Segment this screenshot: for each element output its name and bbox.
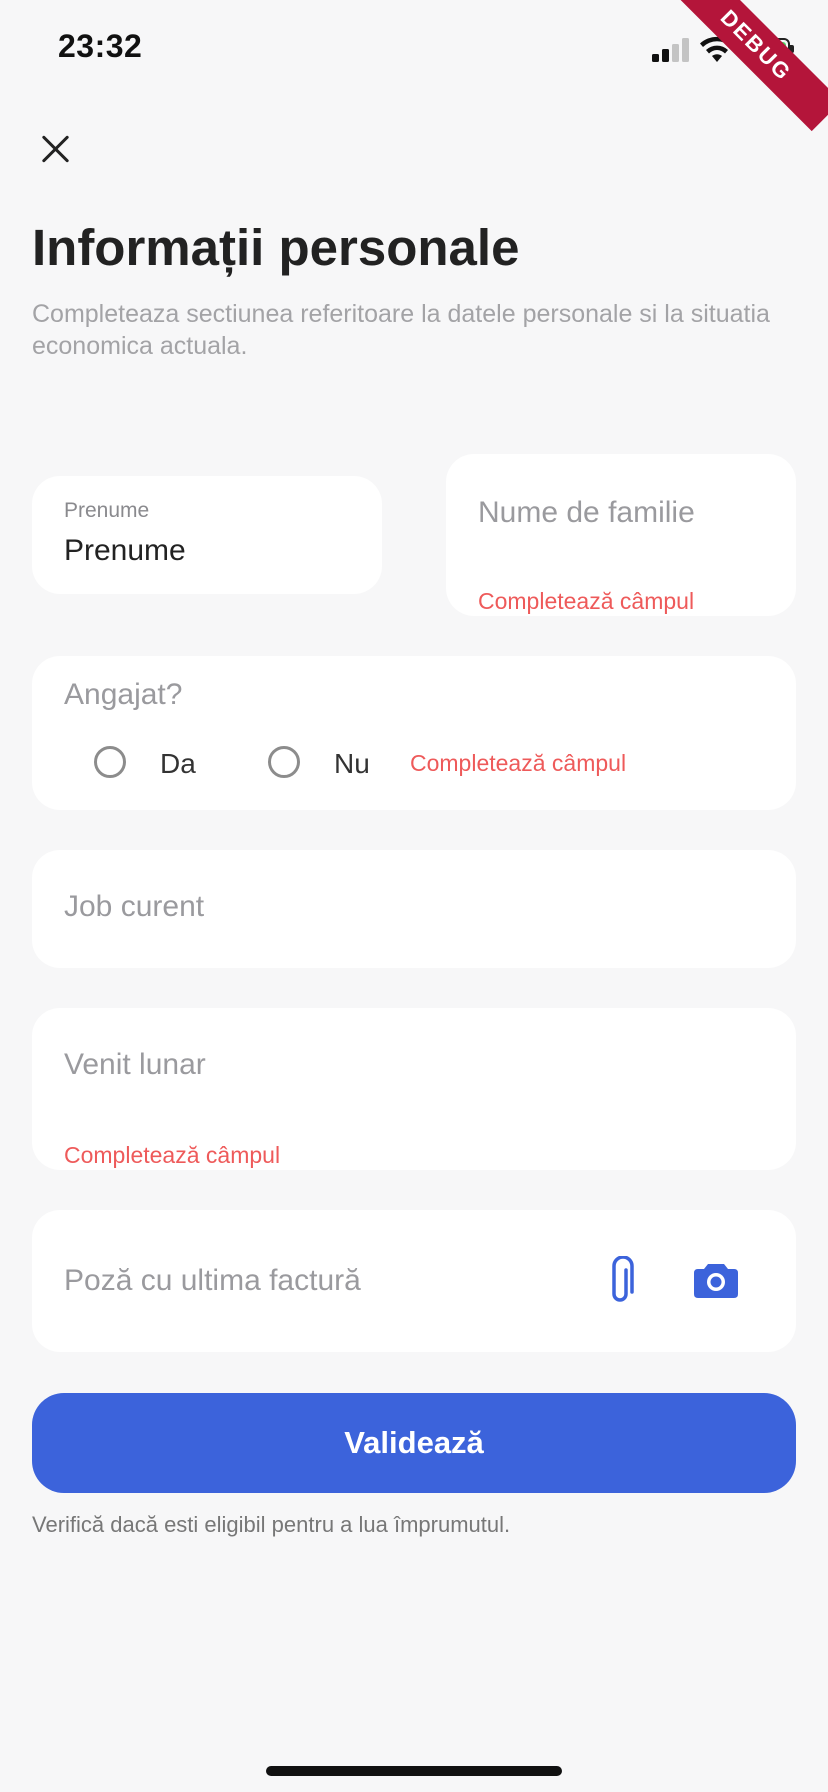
- paperclip-icon[interactable]: [602, 1256, 638, 1306]
- employed-label: Angajat?: [64, 678, 183, 711]
- last-name-field[interactable]: Nume de familie Completează câmpul: [446, 454, 796, 616]
- status-time: 23:32: [58, 28, 143, 64]
- cellular-signal-icon: [652, 38, 689, 62]
- eligibility-hint: Verifică dacă esti eligibil pentru a lua…: [32, 1512, 511, 1537]
- income-error: Completează câmpul: [64, 1142, 281, 1168]
- job-placeholder: Job curent: [64, 890, 205, 923]
- radio-nu[interactable]: [268, 746, 300, 778]
- debug-banner: DEBUG: [670, 0, 828, 132]
- income-placeholder: Venit lunar: [64, 1048, 206, 1081]
- first-name-label: Prenume: [64, 499, 150, 522]
- close-icon[interactable]: [40, 133, 72, 165]
- job-field[interactable]: Job curent: [32, 850, 796, 968]
- employed-error: Completează câmpul: [410, 750, 627, 776]
- bill-photo-field[interactable]: Poză cu ultima factură: [32, 1210, 796, 1352]
- radio-da[interactable]: [94, 746, 126, 778]
- income-field[interactable]: Venit lunar Completează câmpul: [32, 1008, 796, 1170]
- radio-nu-label[interactable]: Nu: [334, 748, 370, 780]
- last-name-error: Completează câmpul: [478, 588, 695, 614]
- radio-da-label[interactable]: Da: [160, 748, 196, 780]
- validate-button[interactable]: Validează: [32, 1393, 796, 1493]
- first-name-field[interactable]: Prenume Prenume: [32, 476, 382, 594]
- home-indicator[interactable]: [266, 1766, 562, 1776]
- camera-icon[interactable]: [694, 1260, 738, 1298]
- last-name-placeholder: Nume de familie: [478, 496, 695, 529]
- page-subtitle: Completeaza sectiunea referitoare la dat…: [32, 300, 770, 360]
- page-title: Informații personale: [32, 219, 520, 276]
- employed-radio-group: Angajat? Da Nu Completează câmpul: [32, 656, 796, 810]
- first-name-value: Prenume: [64, 534, 186, 567]
- bill-photo-placeholder: Poză cu ultima factură: [64, 1264, 361, 1297]
